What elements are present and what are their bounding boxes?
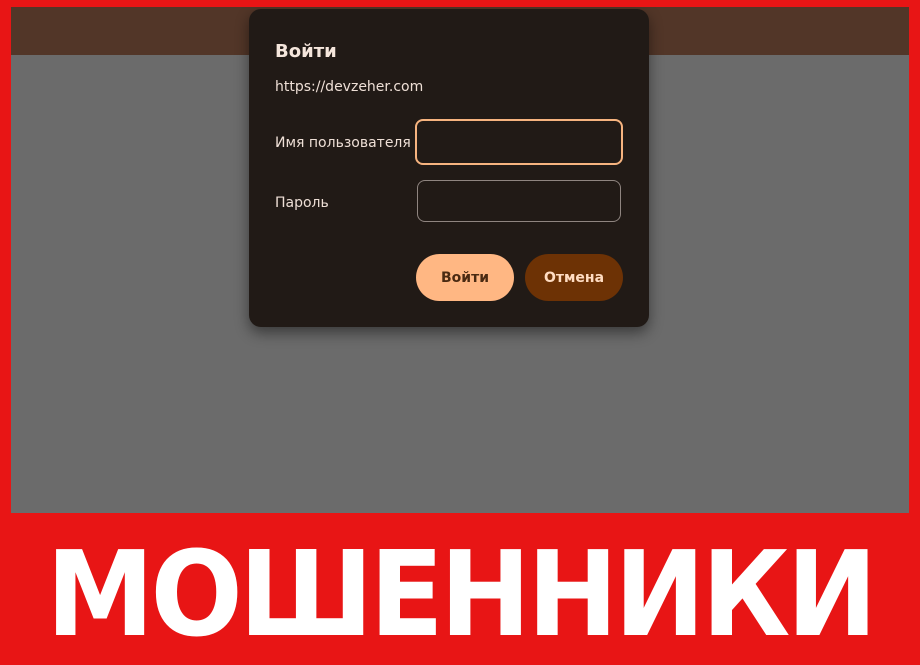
warning-banner: МОШЕННИКИ (0, 513, 920, 665)
banner-text: МОШЕННИКИ (46, 525, 877, 663)
cancel-button[interactable]: Отмена (525, 254, 623, 301)
login-dialog: Войти https://devzeher.com Имя пользоват… (249, 9, 649, 327)
username-label: Имя пользователя (275, 135, 411, 151)
password-label: Пароль (275, 195, 329, 211)
username-input[interactable] (415, 119, 623, 165)
login-button[interactable]: Войти (416, 254, 514, 301)
red-frame: Войти https://devzeher.com Имя пользоват… (0, 0, 920, 665)
dialog-title: Войти (275, 41, 337, 62)
site-origin: https://devzeher.com (275, 79, 424, 95)
screenshot-area: Войти https://devzeher.com Имя пользоват… (11, 7, 909, 513)
password-input[interactable] (417, 180, 621, 222)
